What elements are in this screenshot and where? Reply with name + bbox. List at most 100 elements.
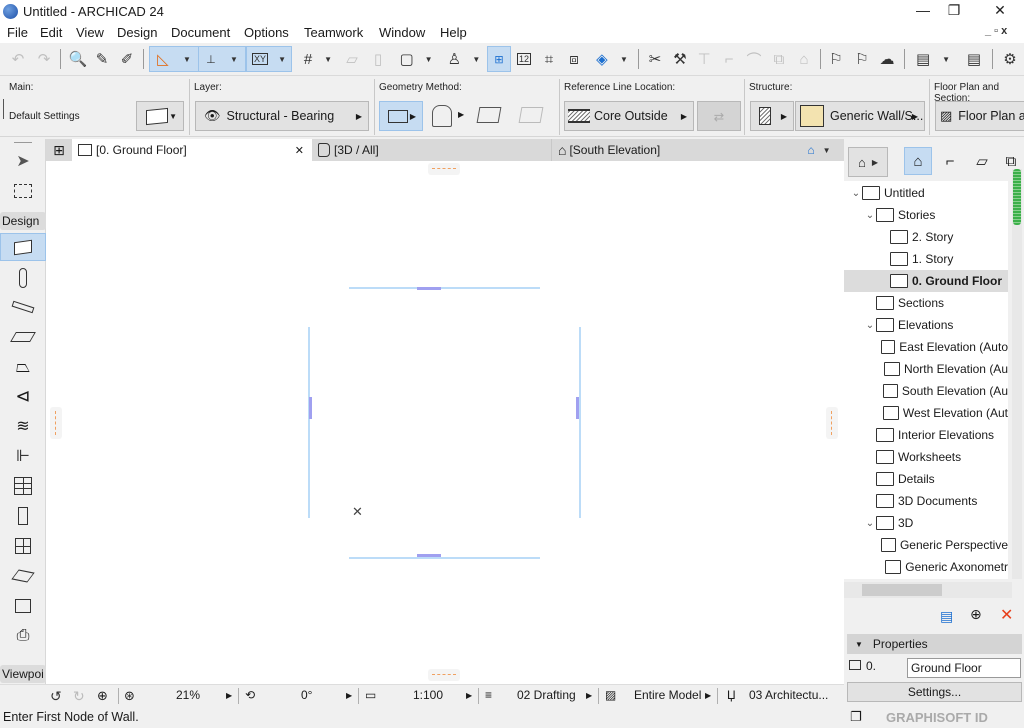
chevron-right-icon[interactable]: ▶ <box>705 691 711 700</box>
grid-snap-icon[interactable]: # ▼ <box>298 46 338 72</box>
chevron-down-icon[interactable]: ⌄ <box>864 518 876 529</box>
menu-file[interactable]: File <box>7 25 28 40</box>
navigator-mode-button[interactable]: ⌂ ▶ <box>848 147 888 177</box>
intersect-icon[interactable]: ⌐ <box>717 46 741 72</box>
inject-parameters-icon[interactable]: ✐ <box>115 46 139 72</box>
fit-in-window-icon[interactable]: ⊛ <box>124 688 135 704</box>
relative-construction-icon[interactable]: XY ▼ <box>246 46 292 72</box>
fillet-icon[interactable]: ⌒ <box>742 46 766 72</box>
chevron-right-icon[interactable]: ▶ <box>346 691 352 700</box>
menu-view[interactable]: View <box>76 25 104 40</box>
tab-overview-icon[interactable]: ⊞ <box>46 139 72 161</box>
pen-set-value[interactable]: 03 Architectu... <box>749 688 828 702</box>
tab-ground-floor[interactable]: [0. Ground Floor] ✕ <box>72 139 312 161</box>
rotate-icon[interactable]: ⟲ <box>245 688 255 702</box>
bimcloud-icon[interactable]: ☁ <box>875 46 899 72</box>
restore-button[interactable]: ❐ <box>934 2 974 20</box>
tree-item[interactable]: 2. Story <box>844 226 1008 248</box>
tree-scrollbar[interactable] <box>1012 169 1022 579</box>
adjust-icon[interactable]: ⚒ <box>668 46 692 72</box>
shell-tool[interactable]: ⊲ <box>0 382 46 410</box>
tree-item[interactable]: South Elevation (Au <box>844 380 1008 402</box>
window-mode-icon[interactable]: ❐ <box>850 709 862 725</box>
tree-item[interactable]: Interior Elevations <box>844 424 1008 446</box>
skylight-tool[interactable] <box>0 562 46 590</box>
roof-trim-icon[interactable]: ⌂ <box>792 46 816 72</box>
zoom-value[interactable]: 21% <box>176 688 200 702</box>
snap-guides-icon[interactable]: ⊥ ▼ <box>198 46 246 72</box>
layer-selector[interactable]: 👁 Structural - Bearing ▶ <box>195 101 369 131</box>
find-select-icon[interactable]: 🔍 <box>66 46 90 72</box>
3d-view-icon[interactable]: ◈ ▼ <box>590 46 634 72</box>
tree-item[interactable]: 0. Ground Floor <box>844 270 1008 292</box>
geometry-straight-button[interactable]: ▶ <box>379 101 423 131</box>
roof-tool[interactable]: ⏢ <box>0 352 46 380</box>
curtain-wall-tool[interactable] <box>0 472 46 500</box>
flag-icon[interactable]: ⚐ <box>824 46 848 72</box>
viewpoint-section[interactable]: Viewpoi <box>0 665 46 683</box>
tree-item[interactable]: East Elevation (Auto <box>844 336 1008 358</box>
tree-item[interactable]: 3D Documents <box>844 490 1008 512</box>
wall-end-tool[interactable] <box>0 592 46 620</box>
building-material-selector[interactable]: Generic Wall/S... ▶ <box>795 101 925 131</box>
slab-tool[interactable] <box>0 323 46 351</box>
zoom-back-icon[interactable]: ↺ <box>50 688 62 705</box>
tree-item[interactable]: Worksheets <box>844 446 1008 468</box>
view-map-button[interactable]: ⌐ <box>936 147 964 175</box>
measure-icon[interactable]: 12 <box>512 46 536 72</box>
tab-list-button[interactable]: ⌂ ▼ <box>796 139 842 161</box>
tab-3d-all[interactable]: [3D / All] <box>314 139 552 161</box>
menu-document[interactable]: Document <box>171 25 230 40</box>
layer-combination-icon[interactable]: ▢ ▼ <box>394 46 438 72</box>
rotation-value[interactable]: 0° <box>301 688 312 702</box>
tree-item[interactable]: North Elevation (Au <box>844 358 1008 380</box>
delete-icon[interactable]: ✕ <box>1000 605 1013 625</box>
wall-settings-button[interactable]: ▼ <box>136 101 184 131</box>
elevate-icon[interactable]: ⊤ <box>692 46 716 72</box>
menu-design[interactable]: Design <box>117 25 157 40</box>
view-settings-icon[interactable]: ▤ <box>940 608 953 625</box>
tree-item[interactable]: 1. Story <box>844 248 1008 270</box>
marquee-tool[interactable] <box>0 177 46 205</box>
zoom-forward-icon[interactable]: ↻ <box>73 688 85 705</box>
undo-icon[interactable]: ↶ <box>6 46 30 72</box>
tree-item[interactable]: West Elevation (Aut <box>844 402 1008 424</box>
tree-item[interactable]: Generic Perspective <box>844 534 1008 556</box>
scrollbar-thumb[interactable] <box>1013 169 1021 225</box>
chevron-right-icon[interactable]: ▶ <box>466 691 472 700</box>
zoom-in-icon[interactable]: ⊕ <box>97 688 108 704</box>
structure-type-button[interactable]: ▶ <box>750 101 794 131</box>
renovation-icon[interactable]: ♙ ▼ <box>442 46 486 72</box>
scale-icon[interactable]: ▭ <box>365 688 376 702</box>
floor-plan-section-button[interactable]: ▨ Floor Plan a <box>935 101 1024 131</box>
stair-tool[interactable]: ≋ <box>0 412 46 440</box>
menu-teamwork[interactable]: Teamwork <box>304 25 363 40</box>
graphisoft-id[interactable]: GRAPHISOFT ID <box>886 710 988 725</box>
chevron-right-icon[interactable]: ▶ <box>586 691 592 700</box>
tree-item[interactable]: ⌄ Elevations <box>844 314 1008 336</box>
new-view-icon[interactable]: ⊕ <box>970 606 982 623</box>
layer-combo-value[interactable]: 02 Drafting <box>517 688 576 702</box>
pick-up-parameters-icon[interactable]: ✎ <box>90 46 114 72</box>
doc-window-controls[interactable]: _ ▫ x <box>985 25 1007 37</box>
tree-item[interactable]: Sections <box>844 292 1008 314</box>
story-name-input[interactable]: Ground Floor <box>907 658 1021 678</box>
project-map-button[interactable]: ⌂ <box>904 147 932 175</box>
tree-item[interactable]: ⌄ Untitled <box>844 182 1008 204</box>
project-tree[interactable]: ⌄ Untitled ⌄ Stories 2. Story 1. Story 0. Grou… <box>844 181 1008 579</box>
curved-wall-icon[interactable] <box>432 105 452 127</box>
polygonal-wall-icon[interactable] <box>518 107 544 123</box>
magic-wand-icon[interactable]: ⧈ <box>562 46 586 72</box>
railing-tool[interactable]: ⊩ <box>0 442 46 470</box>
tree-item[interactable]: ⌄ 3D <box>844 512 1008 534</box>
guide-lines-icon[interactable]: ◺ ▼ <box>149 46 199 72</box>
reference-line-selector[interactable]: Core Outside ▶ <box>564 101 694 131</box>
beam-tool[interactable] <box>0 293 46 321</box>
tree-item[interactable]: Details <box>844 468 1008 490</box>
split-icon[interactable]: ✂ <box>643 46 667 72</box>
publisher-sets-icon[interactable]: ▤ <box>962 46 986 72</box>
tree-item[interactable]: ⌄ Stories <box>844 204 1008 226</box>
model-view-icon[interactable]: ▨ <box>605 688 616 702</box>
redo-icon[interactable]: ↷ <box>32 46 56 72</box>
chevron-right-icon[interactable]: ▶ <box>226 691 232 700</box>
